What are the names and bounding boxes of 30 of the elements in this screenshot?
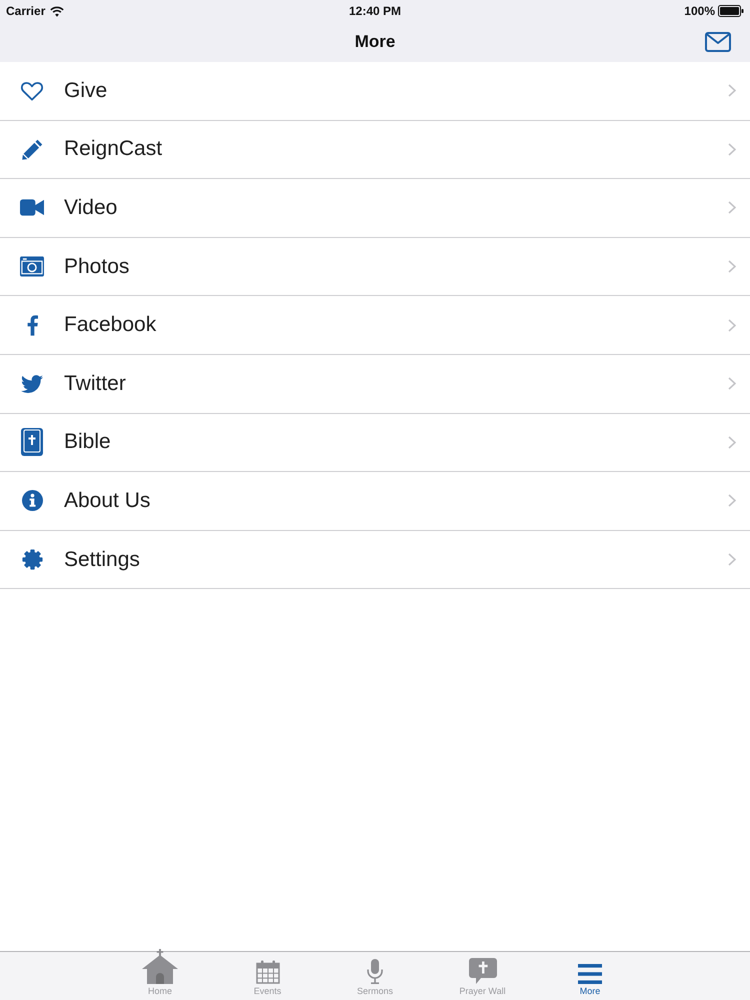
video-camera-icon [20,199,44,216]
carrier-name: Carrier [6,4,46,18]
battery-icon [718,5,744,17]
chevron-icon [728,142,736,156]
chevron-icon [728,260,736,274]
heart-icon [20,80,44,102]
calendar-icon [256,960,280,984]
speech-bubble-cross-icon [468,958,496,984]
status-time: 12:40 PM [348,4,402,18]
battery-percent: 100% [684,4,715,18]
wifi-icon [50,6,64,16]
chevron-icon [728,201,736,214]
chevron-icon [728,377,736,390]
menu-icon [578,964,602,984]
bible-icon [21,428,43,456]
pencil-icon [22,138,42,160]
chevron-icon [728,436,736,449]
church-icon [142,949,178,984]
tab-item[interactable]: More [536,952,644,1000]
mail-icon[interactable] [705,32,731,52]
microphone-icon [366,959,384,984]
info-icon [22,490,42,512]
camera-icon [20,256,44,278]
nav-title: More [354,32,396,52]
chevron-icon [728,318,736,332]
chevron-icon [728,553,736,566]
chevron-icon [728,84,736,98]
twitter-bird-icon [21,374,43,393]
facebook-icon [26,314,38,336]
chevron-icon [728,494,736,508]
